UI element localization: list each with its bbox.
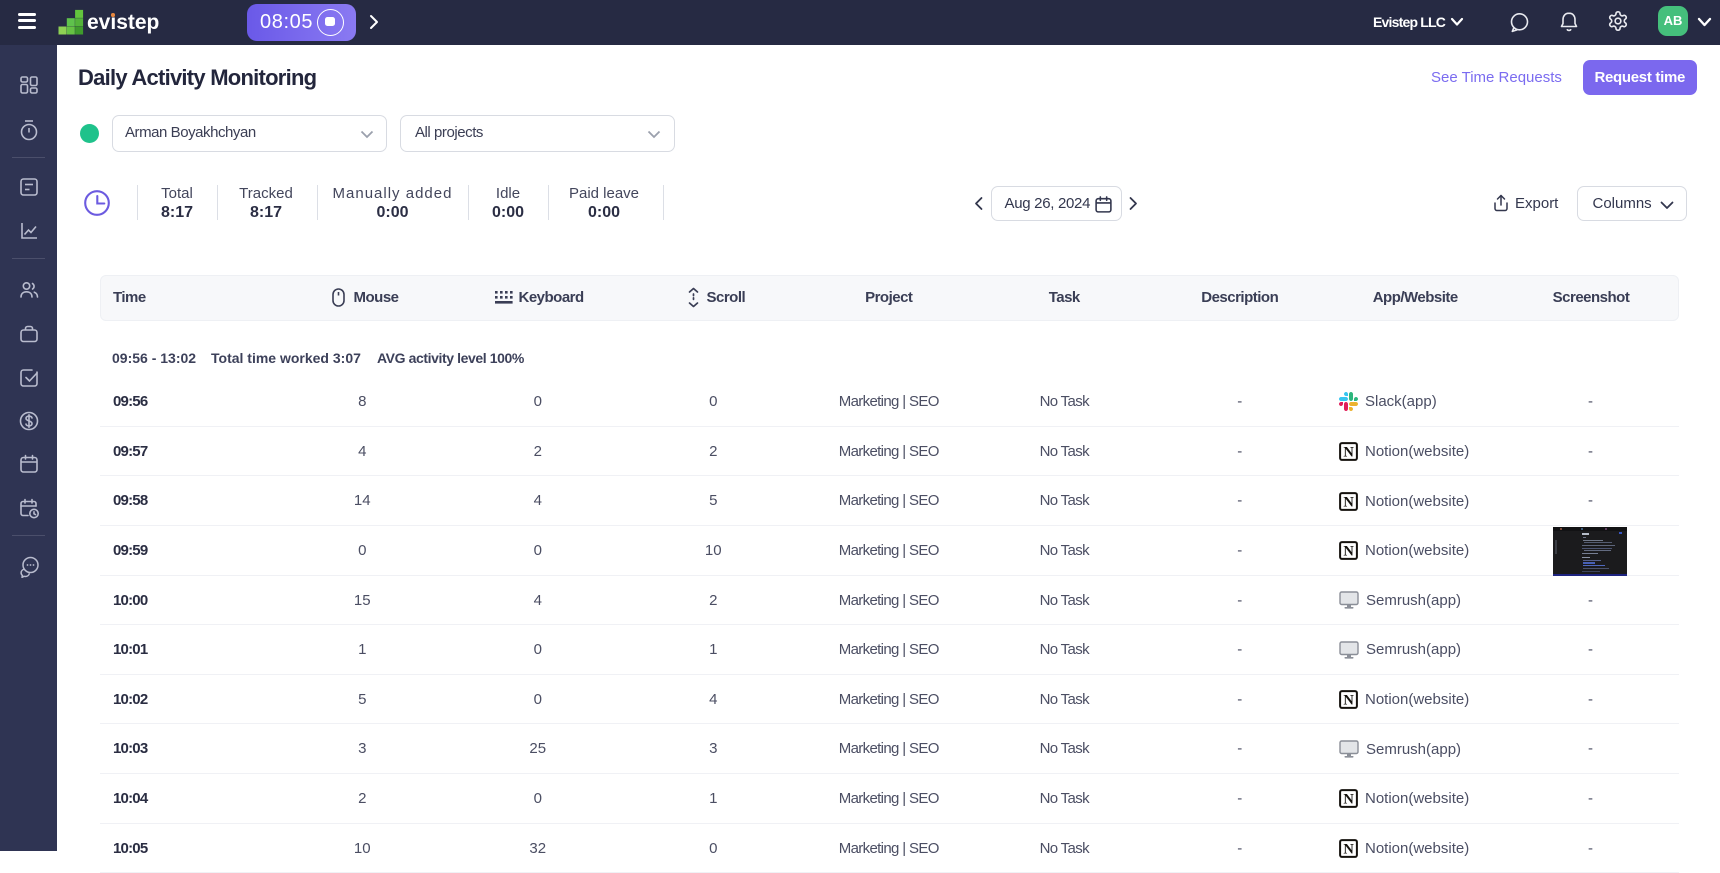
svg-text:N: N: [1343, 494, 1354, 510]
svg-text:N: N: [1343, 841, 1354, 857]
svg-text:N: N: [1343, 445, 1354, 461]
svg-text:N: N: [1343, 792, 1354, 808]
svg-text:N: N: [1343, 544, 1354, 560]
svg-text:N: N: [1343, 693, 1354, 709]
